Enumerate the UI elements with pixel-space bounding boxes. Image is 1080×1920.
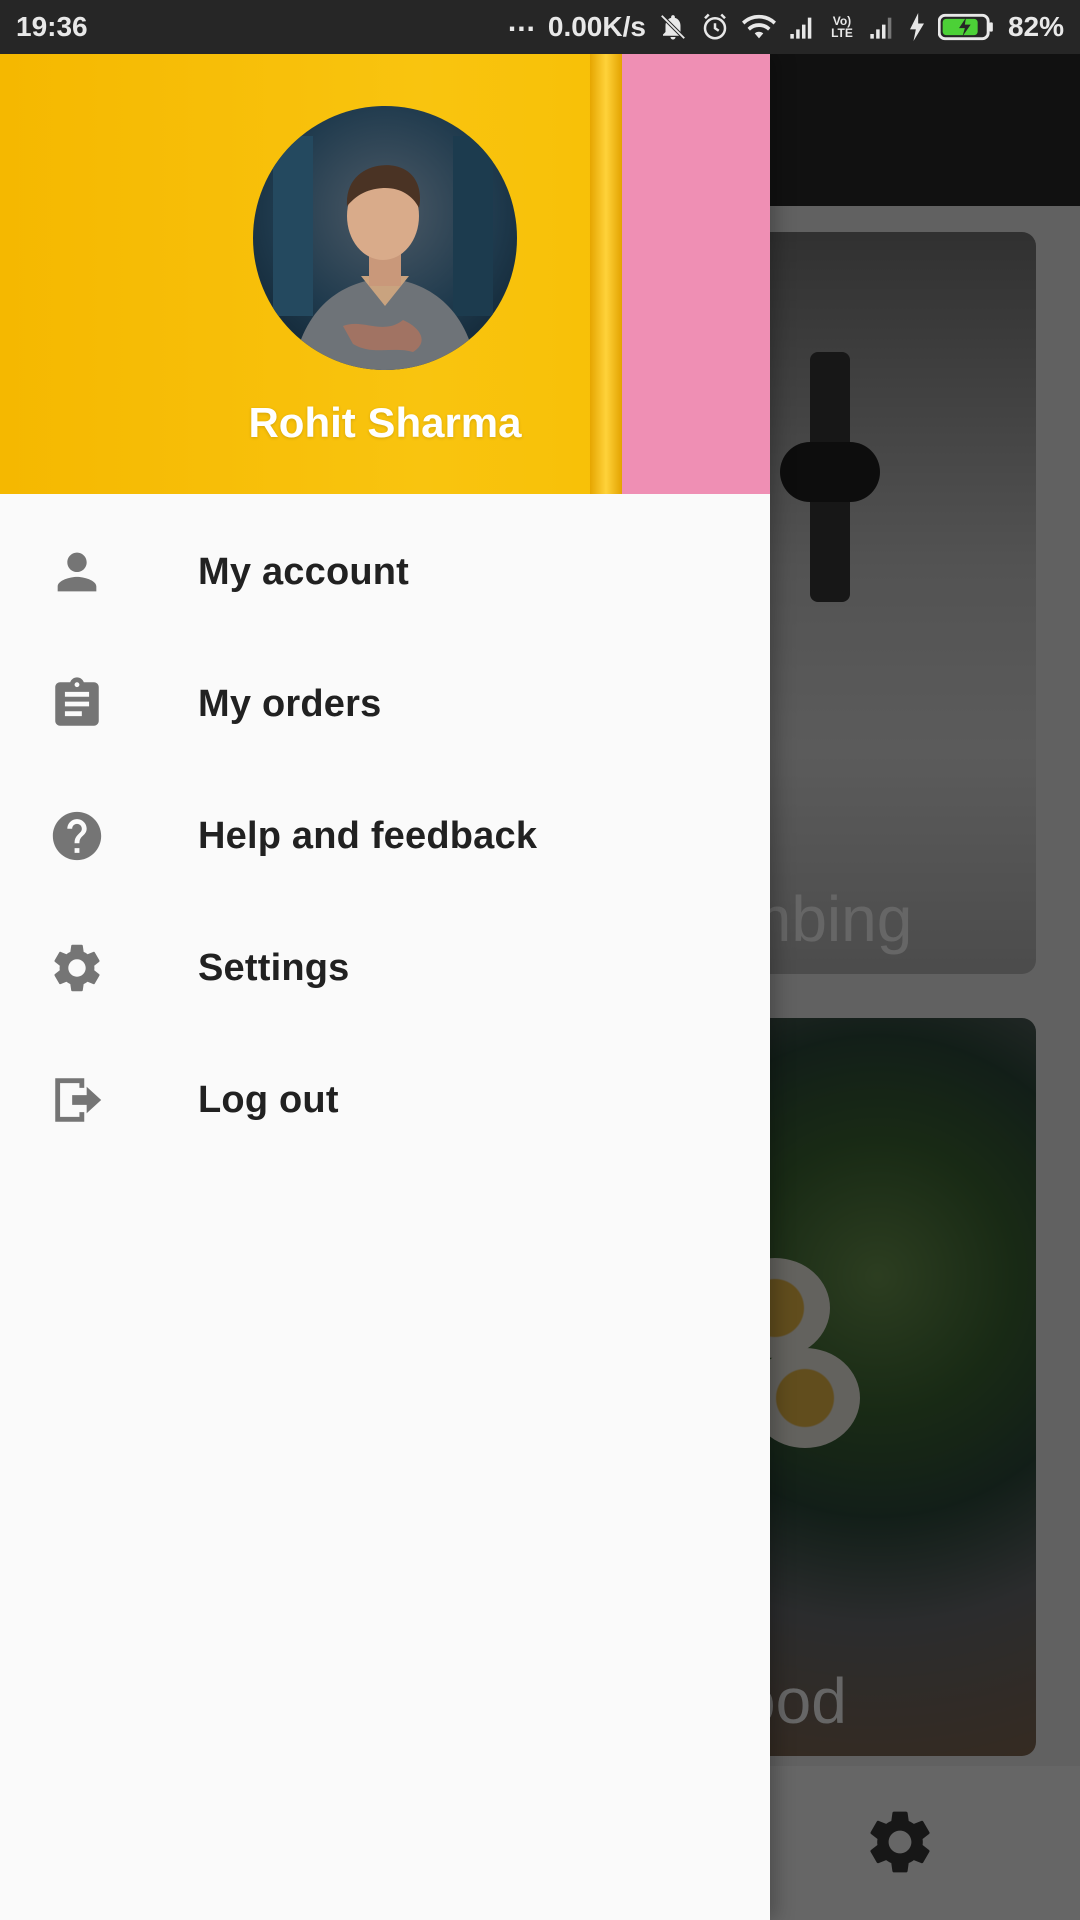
menu-item-label: Settings xyxy=(198,946,350,989)
alarm-icon xyxy=(700,12,730,42)
battery-icon xyxy=(937,13,994,41)
signal-icon xyxy=(788,13,816,41)
menu-item-my-orders[interactable]: My orders xyxy=(0,638,770,770)
menu-item-my-account[interactable]: My account xyxy=(0,506,770,638)
more-notifications-indicator: ... xyxy=(507,5,536,38)
help-icon xyxy=(48,807,106,865)
status-indicators: ... 0.00K/s Vo) LTE 82% xyxy=(508,5,1064,43)
drawer-menu: My account My orders Help and feedback S… xyxy=(0,506,770,1166)
signal-icon-2 xyxy=(868,13,896,41)
menu-item-label: Log out xyxy=(198,1078,339,1121)
clipboard-icon xyxy=(48,675,106,733)
user-name: Rohit Sharma xyxy=(248,399,522,446)
navigation-drawer: Rohit Sharma My account My orders Help a… xyxy=(0,54,770,1920)
battery-percent: 82% xyxy=(1007,11,1064,42)
status-time: 19:36 xyxy=(16,11,88,42)
menu-item-label: Help and feedback xyxy=(198,814,538,857)
menu-item-label: My orders xyxy=(198,682,382,725)
network-speed: 0.00K/s xyxy=(547,11,646,42)
menu-item-settings[interactable]: Settings xyxy=(0,902,770,1034)
charging-icon xyxy=(908,13,926,41)
person-icon xyxy=(48,543,106,601)
logout-icon xyxy=(48,1071,106,1129)
mute-icon xyxy=(658,12,688,42)
drawer-header: Rohit Sharma xyxy=(0,54,770,494)
avatar[interactable] xyxy=(253,106,517,370)
menu-item-help-and-feedback[interactable]: Help and feedback xyxy=(0,770,770,902)
wifi-icon xyxy=(741,12,776,42)
volte-icon: Vo) LTE xyxy=(831,14,853,40)
menu-item-log-out[interactable]: Log out xyxy=(0,1034,770,1166)
gear-icon xyxy=(48,939,106,997)
menu-item-label: My account xyxy=(198,550,410,593)
status-bar: 19:36 ... 0.00K/s Vo) LTE 82% xyxy=(0,0,1080,54)
